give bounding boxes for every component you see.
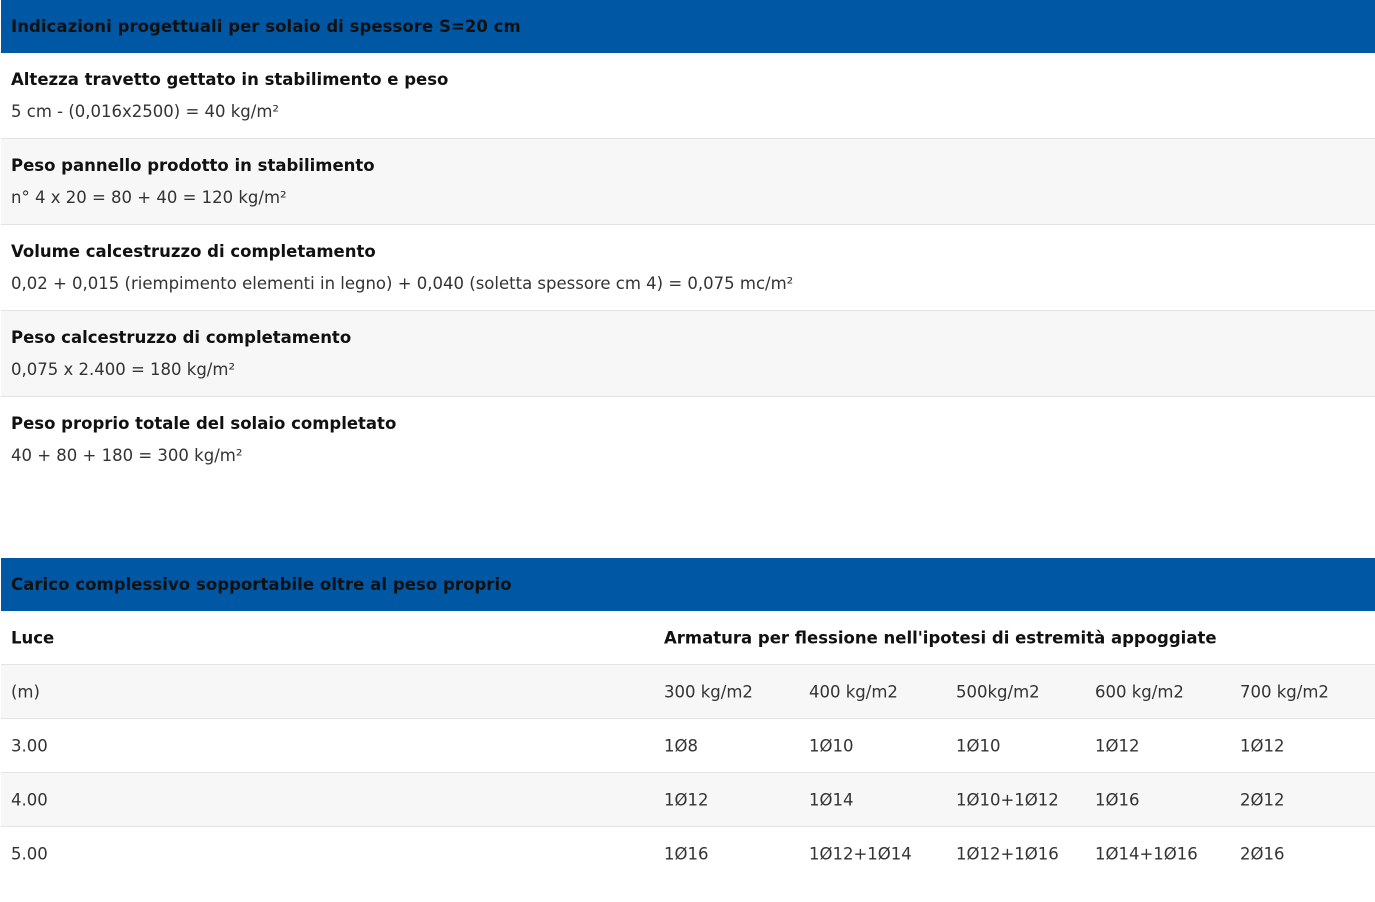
table-cell: 400 kg/m2 (809, 682, 898, 701)
design-table-header: Indicazioni progettuali per solaio di sp… (1, 0, 1375, 53)
spec-value: 0,02 + 0,015 (riempimento elementi in le… (11, 274, 794, 293)
table-cell: 2Ø16 (1240, 844, 1285, 864)
col-header-armatura: Armatura per flessione nell'ipotesi di e… (664, 628, 1217, 647)
spec-row: Peso calcestruzzo di completamento 0,075… (1, 311, 1375, 397)
table-cell: 700 kg/m2 (1240, 682, 1329, 701)
spec-row: Peso proprio totale del solaio completat… (1, 397, 1375, 483)
load-table-title: Carico complessivo sopportabile oltre al… (11, 575, 512, 594)
col-header-luce: Luce (11, 628, 55, 647)
spec-row: Peso pannello prodotto in stabilimento n… (1, 139, 1375, 225)
load-table-header: Carico complessivo sopportabile oltre al… (1, 558, 1375, 611)
table-cell: 600 kg/m2 (1095, 682, 1184, 701)
spec-title: Peso proprio totale del solaio completat… (11, 414, 397, 433)
column-header-row: Luce Armatura per flessione nell'ipotesi… (1, 611, 1375, 665)
table-cell: 5.00 (11, 844, 48, 864)
unit-row: (m) 300 kg/m2 400 kg/m2 500kg/m2 600 kg/… (1, 665, 1375, 719)
spec-row: Volume calcestruzzo di completamento 0,0… (1, 225, 1375, 311)
table-cell: 1Ø12 (664, 790, 709, 809)
spec-title: Volume calcestruzzo di completamento (11, 242, 376, 261)
spec-title: Peso calcestruzzo di completamento (11, 328, 352, 347)
design-indications-table: Indicazioni progettuali per solaio di sp… (1, 0, 1375, 483)
spec-title: Altezza travetto gettato in stabilimento… (11, 70, 449, 89)
design-table-title: Indicazioni progettuali per solaio di sp… (11, 17, 521, 36)
table-row: 3.00 1Ø8 1Ø10 1Ø10 1Ø12 1Ø12 (1, 719, 1375, 773)
table-cell: 1Ø12+1Ø14 (809, 844, 912, 864)
table-row: 5.00 1Ø16 1Ø12+1Ø14 1Ø12+1Ø16 1Ø14+1Ø16 … (1, 827, 1375, 881)
table-cell: 1Ø16 (1095, 790, 1140, 809)
spec-value: n° 4 x 20 = 80 + 40 = 120 kg/m² (11, 188, 287, 207)
table-cell: 4.00 (11, 790, 48, 809)
table-cell: 1Ø10+1Ø12 (956, 790, 1059, 809)
table-cell: 1Ø8 (664, 736, 698, 755)
table-cell: 1Ø14+1Ø16 (1095, 844, 1198, 864)
spec-value: 5 cm - (0,016x2500) = 40 kg/m² (11, 102, 280, 121)
table-row: 4.00 1Ø12 1Ø14 1Ø10+1Ø12 1Ø16 2Ø12 (1, 773, 1375, 827)
spec-value: 0,075 x 2.400 = 180 kg/m² (11, 360, 236, 379)
spec-value: 40 + 80 + 180 = 300 kg/m² (11, 446, 243, 465)
table-cell: 3.00 (11, 736, 48, 755)
table-cell: 1Ø12+1Ø16 (956, 844, 1059, 864)
table-cell: (m) (11, 682, 40, 701)
table-cell: 300 kg/m2 (664, 682, 753, 701)
table-cell: 1Ø12 (1240, 736, 1285, 755)
table-cell: 1Ø14 (809, 790, 854, 809)
table-cell: 1Ø12 (1095, 736, 1140, 755)
spec-row: Altezza travetto gettato in stabilimento… (1, 53, 1375, 139)
table-cell: 1Ø10 (956, 736, 1001, 755)
load-capacity-table: Carico complessivo sopportabile oltre al… (1, 558, 1375, 881)
table-cell: 1Ø10 (809, 736, 854, 755)
table-cell: 500kg/m2 (956, 682, 1040, 701)
table-cell: 2Ø12 (1240, 790, 1285, 809)
table-cell: 1Ø16 (664, 844, 709, 864)
spec-title: Peso pannello prodotto in stabilimento (11, 156, 375, 175)
